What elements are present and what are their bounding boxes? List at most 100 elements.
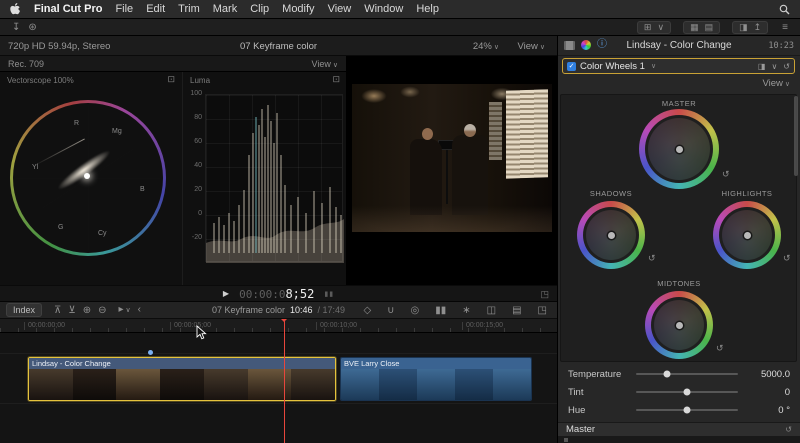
overwrite-edit-icon[interactable]: ⊖ [98,303,106,318]
clip-name-label: BVE Larry Close [341,358,531,369]
compare-pane-icon[interactable]: ◨ [758,62,766,71]
hue-slider[interactable] [636,409,738,411]
vectorscope-trace [84,173,90,179]
clip-bve-larry-close[interactable]: BVE Larry Close [340,357,532,401]
media-import-icon[interactable]: ↧ [8,20,24,35]
master-wheel-label: MASTER [619,99,739,108]
timeline-toolbar: Index ⊼ ⊻ ⊕ ⊖ ▸∨ ‹ 07 Keyframe color 10:… [0,301,557,319]
clip-lindsay-color-change[interactable]: Lindsay - Color Change [28,357,336,401]
master-color-wheel[interactable] [639,109,719,189]
scopes-view-dropdown[interactable]: View∨ [312,59,338,69]
browser-select-button[interactable]: ⊞ ∨ [637,21,671,34]
menu-trim[interactable]: Trim [178,3,200,15]
audio-skimming-icon[interactable]: ▮▮ [324,290,334,298]
play-button[interactable]: ▶ [223,289,229,298]
collapse-timeline-icon[interactable]: ‹ [138,302,141,318]
color-wheel-puck[interactable] [744,232,751,239]
correction-enabled-checkbox[interactable]: ✓ [567,62,576,71]
slider-knob[interactable] [684,407,691,414]
chevron-down-icon: ∨ [785,81,790,88]
color-wheel-puck[interactable] [608,232,615,239]
highlights-color-wheel[interactable] [713,201,781,269]
scope-display-icon[interactable]: ⊡ [332,74,340,85]
snapping-icon[interactable]: ∪ [383,303,398,318]
filmstrip-view-icon[interactable]: ▦ [689,22,700,33]
timecode-display[interactable]: 00:00:08;52 [239,287,314,301]
transitions-browser-icon[interactable]: ◫ [483,303,500,318]
master-section-row[interactable]: Master ↺ [558,422,800,437]
shadows-color-wheel[interactable] [577,201,645,269]
temperature-value[interactable]: 5000.0 [744,369,790,380]
viewer-fullscreen-icon[interactable]: ◳ [540,289,549,300]
menu-help[interactable]: Help [416,3,439,15]
chevron-down-icon[interactable]: ∨ [771,62,777,71]
timeline-tracks[interactable]: Lindsay - Color Change BVE Larry Close [0,333,557,443]
luma-scope: Luma ⊡ 100 80 60 40 20 0 -20 [182,72,347,285]
menu-clip[interactable]: Clip [250,3,269,15]
timeline-clip-info: 07 Keyframe color 10:46 / 17:49 [212,305,345,315]
chevron-down-icon: ∨ [494,44,499,51]
menu-file[interactable]: File [115,3,133,15]
trim-icon[interactable]: ◇ [359,303,375,318]
reset-icon[interactable]: ↺ [785,425,792,434]
color-wheel-puck[interactable] [676,146,683,153]
hue-value[interactable]: 0 ° [744,405,790,416]
append-edit-icon[interactable]: ⊕ [83,303,91,318]
tool-menu[interactable]: ▸∨ [118,302,130,318]
menu-mark[interactable]: Mark [213,3,237,15]
menu-window[interactable]: Window [364,3,403,15]
share-icon[interactable]: ↥ [753,22,763,33]
reset-icon[interactable]: ↺ [722,169,730,180]
app-menu-title[interactable]: Final Cut Pro [34,3,102,15]
menu-view[interactable]: View [328,3,352,15]
index-button[interactable]: Index [6,303,42,317]
reset-icon[interactable]: ↺ [716,343,724,354]
effects-browser-icon[interactable]: ∗ [458,303,474,318]
tint-slider[interactable] [636,391,738,393]
menu-icon[interactable]: ≡ [778,20,792,35]
reset-icon[interactable]: ↺ [648,253,656,264]
vectorscope-target-r: R [74,120,79,127]
menu-edit[interactable]: Edit [146,3,165,15]
luma-tick: 0 [183,210,202,217]
clip-thumbnail [116,369,160,400]
menu-modify[interactable]: Modify [282,3,314,15]
reset-icon[interactable]: ↺ [783,253,791,264]
zoom-dropdown[interactable]: 24%∨ [473,41,499,52]
inspector-scrollbar[interactable] [794,96,798,176]
inspector-title: Lindsay - Color Change [558,40,800,51]
hue-slider-row: Hue 0 ° [558,402,800,418]
playhead[interactable] [284,319,285,443]
clip-thumbnails [341,369,531,400]
slider-knob[interactable] [684,389,691,396]
luma-waveform-trace [206,95,344,263]
midtones-color-wheel[interactable] [645,291,713,359]
timeline-fullscreen-icon[interactable]: ◳ [534,303,551,318]
color-correction-selector[interactable]: ✓ Color Wheels 1 ∨ ◨ ∨ ↺ [562,58,795,74]
viewer-view-dropdown[interactable]: View∨ [517,41,545,52]
insert-edit-icon[interactable]: ⊻ [68,303,75,318]
inspector-view-dropdown[interactable]: View∨ [558,78,800,92]
clip-appearance-icon[interactable]: ▤ [508,303,525,318]
hue-label: Hue [568,405,630,416]
browser-pane-icon[interactable]: ◨ [738,22,749,33]
timeline-ruler[interactable]: 00:00:00;00 00:00:05;00 00:00:10;00 00:0… [0,319,557,333]
audio-meters-icon[interactable]: ▮▮ [431,303,450,318]
chevron-down-icon: ∨ [651,62,656,70]
tint-value[interactable]: 0 [744,387,790,398]
color-wheel-puck[interactable] [676,322,683,329]
solo-icon[interactable]: ◎ [407,303,424,318]
clip-thumbnail [417,369,455,400]
slider-knob[interactable] [663,371,670,378]
connect-edit-icon[interactable]: ⊼ [54,303,61,318]
reset-correction-icon[interactable]: ↺ [783,62,790,71]
keyframe-marker[interactable] [148,350,153,355]
inspector-header: ⓘ Lindsay - Color Change 10:23 [558,36,800,56]
keyword-editor-icon[interactable]: ⊛ [24,20,40,35]
list-view-icon[interactable]: ▤ [704,22,715,33]
search-icon[interactable] [779,4,790,15]
scope-display-icon[interactable]: ⊡ [167,74,175,85]
apple-menu-icon[interactable] [10,3,21,16]
viewer [347,56,557,285]
temperature-slider[interactable] [636,373,738,375]
